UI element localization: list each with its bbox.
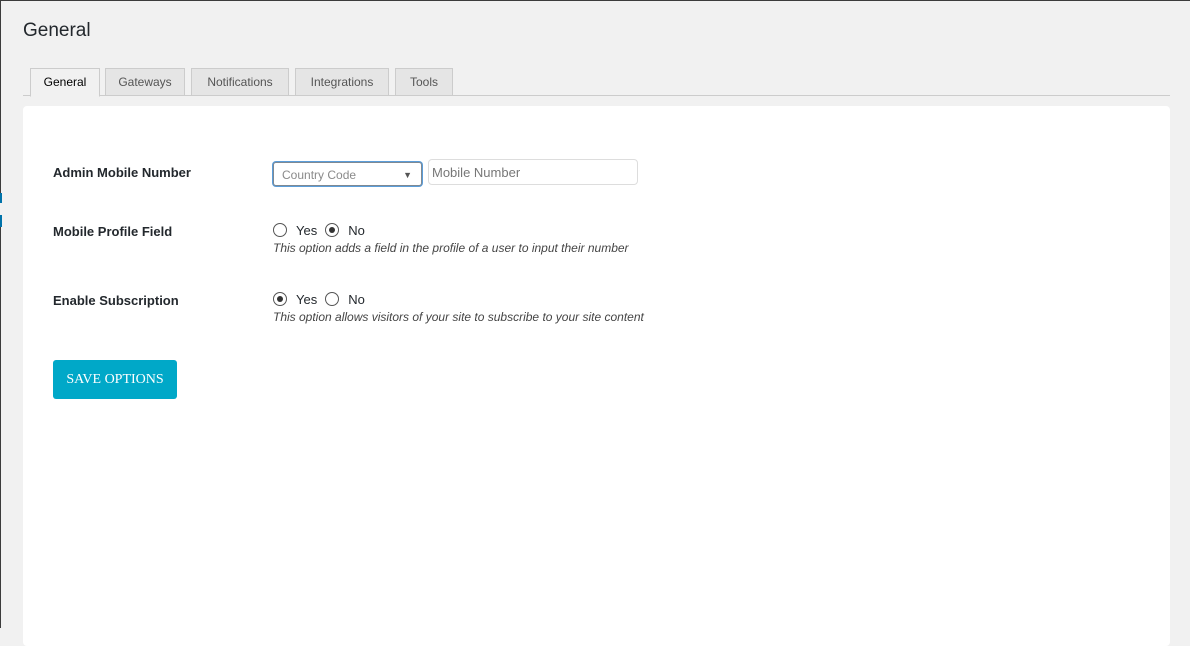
enable-subscription-no-radio[interactable]	[325, 292, 340, 306]
tab-gateways[interactable]: Gateways	[105, 68, 185, 96]
tab-general[interactable]: General	[30, 68, 100, 97]
country-code-value: Country Code	[282, 168, 357, 182]
mobile-number-input[interactable]	[428, 159, 638, 185]
settings-panel: Admin Mobile Number Country Code ▼ Mobil…	[23, 106, 1170, 646]
mobile-profile-description: This option adds a field in the profile …	[273, 241, 629, 255]
mobile-profile-yes-radio[interactable]	[273, 223, 287, 237]
mobile-profile-radio-group: Yes No	[273, 222, 373, 238]
save-options-button[interactable]: SAVE OPTIONS	[53, 360, 177, 399]
enable-subscription-radio-group: Yes No	[273, 291, 373, 307]
tab-notifications[interactable]: Notifications	[191, 68, 289, 96]
mobile-profile-no-radio[interactable]	[325, 223, 340, 237]
enable-subscription-yes-radio[interactable]	[273, 292, 287, 306]
enable-subscription-description: This option allows visitors of your site…	[273, 310, 644, 324]
admin-menu-edge-gap	[0, 203, 2, 215]
enable-subscription-yes-label: Yes	[296, 291, 318, 307]
mobile-profile-no-label: No	[348, 222, 365, 238]
admin-mobile-label: Admin Mobile Number	[53, 165, 191, 180]
country-code-select[interactable]: Country Code ▼	[273, 162, 422, 186]
tab-tools[interactable]: Tools	[395, 68, 453, 96]
tab-integrations[interactable]: Integrations	[295, 68, 389, 96]
page-title: General	[23, 20, 91, 41]
tab-bar: General Gateways Notifications Integrati…	[23, 68, 1170, 97]
enable-subscription-no-label: No	[348, 291, 365, 307]
chevron-down-icon: ▼	[403, 170, 412, 180]
mobile-profile-label: Mobile Profile Field	[53, 224, 173, 239]
mobile-profile-yes-label: Yes	[296, 222, 318, 238]
enable-subscription-label: Enable Subscription	[53, 293, 179, 308]
